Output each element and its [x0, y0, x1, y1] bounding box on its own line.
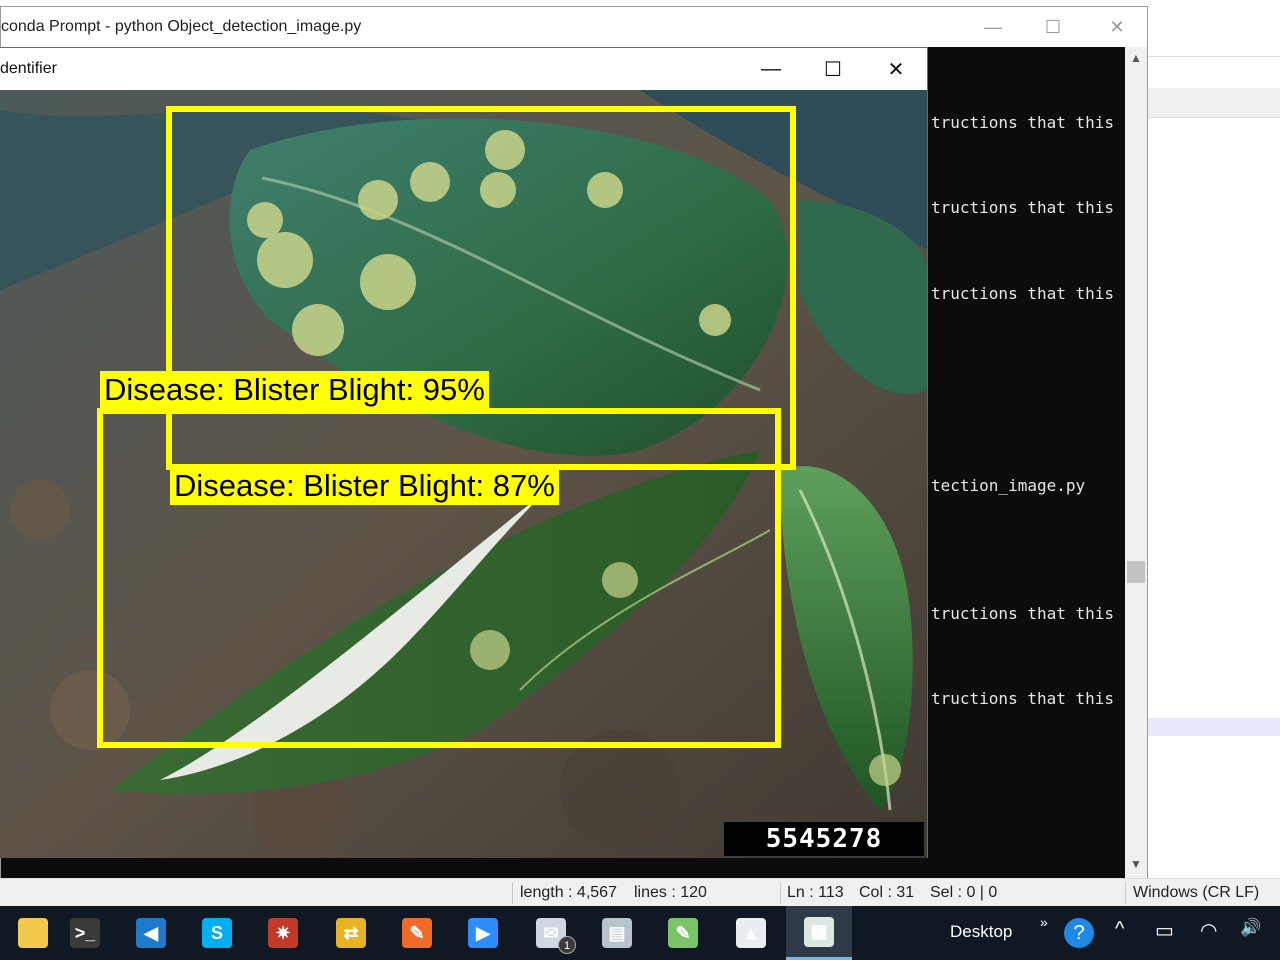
desktop-toolbar-label[interactable]: Desktop	[950, 922, 1012, 942]
status-selection: Sel : 0 | 0	[930, 884, 998, 901]
battery-icon[interactable]: ▭	[1155, 918, 1174, 943]
console-line: tructions that this	[931, 689, 1115, 708]
console-line: tructions that this	[931, 284, 1115, 303]
scroll-up-arrow-icon[interactable]: ▲	[1125, 51, 1147, 69]
taskbar-app-button[interactable]: ✎	[650, 906, 716, 960]
volume-icon[interactable]: 🔊	[1240, 918, 1261, 938]
console-line: tructions that this	[931, 113, 1115, 132]
taskbar-app-button[interactable]: >_	[52, 906, 118, 960]
taskbar-app-button[interactable]: ▤	[584, 906, 650, 960]
taskbar-app-button[interactable]: ▶	[450, 906, 516, 960]
detection-box-2	[97, 408, 781, 748]
status-separator	[780, 882, 781, 904]
taskbar-app-button[interactable]: ✎	[384, 906, 450, 960]
image-id-watermark: 5545278	[724, 822, 924, 856]
image-viewer-icon: ▦	[804, 916, 834, 947]
detection-window-title: dentifier	[0, 60, 57, 77]
status-column: Col : 31	[859, 884, 915, 901]
printer-app-icon: ▤	[602, 918, 632, 948]
tea-leaf-photo: Disease: Blister Blight: 95% Disease: Bl…	[0, 90, 927, 858]
console-line: tructions that this	[931, 604, 1115, 623]
detection-label-2: Disease: Blister Blight: 87%	[170, 467, 559, 505]
console-line: tructions that this	[931, 198, 1115, 217]
windows-taskbar: >_ ◀ S ✷ ⇄ ✎ ▶ ✉ 1 ▤ ✎ ▲ ▦ Desktop » ? ^ ▭ ◠ 🔊	[0, 906, 1280, 960]
editor-toolbar	[1148, 88, 1280, 118]
status-line-number: Ln : 113	[787, 884, 844, 901]
object-detection-window: dentifier — ☐ ✕ Disease: Blister Blight:…	[0, 47, 928, 858]
detection-label-1: Disease: Blister Blight: 95%	[100, 371, 489, 409]
zoom-icon: ▶	[468, 918, 498, 948]
notification-badge: 1	[558, 936, 576, 954]
console-titlebar[interactable]: conda Prompt - python Object_detection_i…	[1, 7, 1147, 47]
detection-window-titlebar[interactable]: dentifier — ☐ ✕	[0, 48, 927, 90]
scrollbar-thumb[interactable]	[1127, 561, 1145, 583]
console-minimize-button[interactable]: —	[963, 7, 1023, 47]
taskbar-app-button[interactable]: ▲	[718, 906, 784, 960]
toolbar-overflow-icon[interactable]: »	[1040, 914, 1048, 930]
console-maximize-button[interactable]: ☐	[1023, 7, 1083, 47]
pen-app-icon: ✎	[402, 918, 432, 948]
show-hidden-icons-chevron-icon[interactable]: ^	[1115, 918, 1124, 941]
detection-maximize-button[interactable]: ☐	[802, 48, 864, 90]
status-separator	[512, 882, 513, 904]
editor-tab-strip	[1148, 56, 1280, 57]
notepad-app-icon: ✎	[668, 918, 698, 948]
console-visible-text: tructions that this tructions that this …	[929, 47, 1125, 879]
console-line: tection_image.py	[931, 476, 1086, 495]
visual-studio-code-icon: ◀	[136, 918, 166, 948]
photos-icon: ▲	[736, 918, 766, 948]
console-window-title: conda Prompt - python Object_detection_i…	[1, 18, 362, 35]
taskbar-app-button[interactable]: ▦	[786, 906, 852, 960]
skype-icon: S	[202, 918, 232, 948]
command-prompt-icon: >_	[70, 918, 100, 948]
status-lines: lines : 120	[634, 884, 707, 901]
console-vertical-scrollbar[interactable]: ▲ ▼	[1125, 47, 1147, 879]
taskbar-app-button[interactable]: ✷	[250, 906, 316, 960]
scroll-down-arrow-icon[interactable]: ▼	[1125, 857, 1147, 875]
taskbar-app-button[interactable]: S	[184, 906, 250, 960]
editor-status-bar: length : 4,567 lines : 120 Ln : 113 Col …	[0, 878, 1280, 906]
status-separator	[1125, 882, 1126, 904]
detection-close-button[interactable]: ✕	[865, 48, 927, 90]
status-length: length : 4,567	[520, 884, 617, 901]
network-app-icon: ⇄	[336, 918, 366, 948]
help-icon[interactable]: ?	[1064, 918, 1094, 948]
detection-minimize-button[interactable]: —	[740, 48, 802, 90]
taskbar-app-button[interactable]: ◀	[118, 906, 184, 960]
taskbar-app-button[interactable]: ✉ 1	[518, 906, 584, 960]
background-editor	[1148, 0, 1280, 880]
console-close-button[interactable]: ✕	[1087, 7, 1147, 47]
file-explorer-icon	[18, 918, 48, 948]
editor-current-line-highlight	[1148, 718, 1280, 736]
taskbar-app-button[interactable]: ⇄	[318, 906, 384, 960]
status-line-ending[interactable]: Windows (CR LF)	[1133, 884, 1259, 902]
wifi-icon[interactable]: ◠	[1200, 918, 1217, 943]
spider-web-app-icon: ✷	[268, 918, 298, 948]
